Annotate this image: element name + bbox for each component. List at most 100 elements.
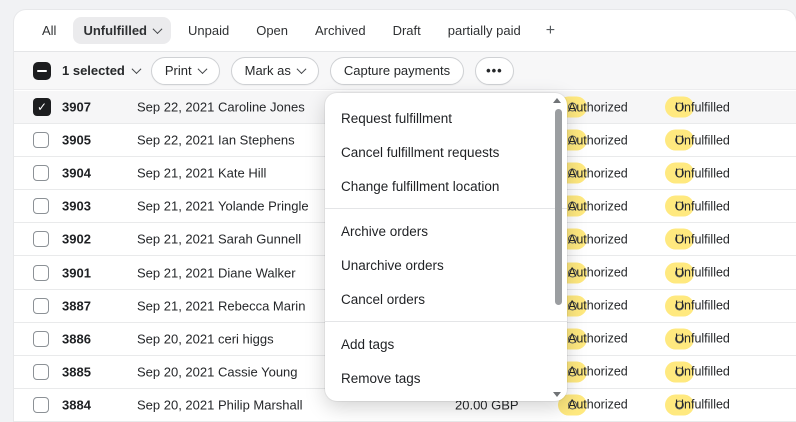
row-checkbox[interactable] xyxy=(33,132,49,149)
fulfillment-status-label: Unfulfilled xyxy=(675,298,730,313)
tab-partially-paid[interactable]: partially paid xyxy=(438,17,531,44)
payment-status-label: Authorized xyxy=(568,232,628,247)
ellipsis-icon: ••• xyxy=(486,63,503,78)
tab-label: All xyxy=(42,23,57,38)
fulfillment-status-label: Unfulfilled xyxy=(675,199,730,214)
tab-archived[interactable]: Archived xyxy=(305,17,376,44)
order-customer: Caroline Jones xyxy=(218,99,305,115)
menu-item-remove-tags[interactable]: Remove tags xyxy=(325,361,567,395)
payment-status-label: Authorized xyxy=(568,166,628,181)
menu-item-label: Cancel fulfillment requests xyxy=(341,144,500,160)
capture-payments-label: Capture payments xyxy=(343,63,451,78)
fulfillment-status-label: Unfulfilled xyxy=(675,331,730,346)
tab-unfulfilled[interactable]: Unfulfilled xyxy=(73,17,171,44)
order-number[interactable]: 3904 xyxy=(62,166,91,181)
fulfillment-status-badge: Unfulfilled xyxy=(665,328,730,350)
order-number[interactable]: 3903 xyxy=(62,199,91,214)
fulfillment-status-label: Unfulfilled xyxy=(675,232,730,247)
fulfillment-status-badge: Unfulfilled xyxy=(665,195,730,217)
menu-item-archive-orders[interactable]: Archive orders xyxy=(325,214,567,248)
row-checkbox[interactable] xyxy=(33,165,49,182)
selected-count-dropdown[interactable]: 1 selected xyxy=(62,63,142,78)
order-date: Sep 20, 2021 xyxy=(137,397,215,413)
payment-status-label: Authorized xyxy=(568,397,628,412)
fulfillment-status-label: Unfulfilled xyxy=(675,397,730,412)
fulfillment-status-label: Unfulfilled xyxy=(675,100,730,115)
more-actions-button[interactable]: ••• xyxy=(475,56,514,85)
tab-label: Draft xyxy=(392,23,421,38)
menu-item-request-fulfillment[interactable]: Request fulfillment xyxy=(325,101,567,135)
order-date: Sep 20, 2021 xyxy=(137,364,215,380)
order-customer: Cassie Young xyxy=(218,364,298,380)
row-checkbox-checked[interactable] xyxy=(33,98,51,117)
payment-status-label: Authorized xyxy=(568,265,628,280)
fulfillment-status-badge: Unfulfilled xyxy=(665,394,730,416)
menu-scrollbar[interactable] xyxy=(555,109,562,305)
chevron-down-icon xyxy=(197,64,208,75)
menu-item-label: Change fulfillment location xyxy=(341,178,500,194)
more-actions-menu: Request fulfillment Cancel fulfillment r… xyxy=(325,93,567,401)
order-number[interactable]: 3886 xyxy=(62,331,91,346)
fulfillment-status-badge: Unfulfilled xyxy=(665,262,730,284)
order-number[interactable]: 3905 xyxy=(62,133,91,148)
menu-item-label: Request fulfillment xyxy=(341,110,453,126)
row-checkbox[interactable] xyxy=(33,330,49,347)
fulfillment-status-badge: Unfulfilled xyxy=(665,129,730,151)
scroll-down-arrow-icon[interactable] xyxy=(553,392,561,397)
payment-status-label: Authorized xyxy=(568,364,628,379)
order-date: Sep 21, 2021 xyxy=(137,165,215,181)
bulk-actions-bar: 1 selected Print Mark as Capture payment… xyxy=(14,52,796,90)
menu-divider xyxy=(325,208,567,209)
add-view-button[interactable]: + xyxy=(538,18,563,44)
scroll-up-arrow-icon[interactable] xyxy=(553,98,561,103)
orders-page: { "tabs": { "items": [ { "label": "All" … xyxy=(0,0,796,422)
menu-item-label: Cancel orders xyxy=(341,291,426,307)
tab-all[interactable]: All xyxy=(32,17,66,44)
tab-label: Archived xyxy=(315,23,366,38)
order-number[interactable]: 3887 xyxy=(62,298,91,313)
mark-as-button[interactable]: Mark as xyxy=(230,56,319,85)
fulfillment-status-badge: Unfulfilled xyxy=(665,295,730,317)
menu-item-change-fulfillment-location[interactable]: Change fulfillment location xyxy=(325,169,567,203)
order-date: Sep 21, 2021 xyxy=(137,265,215,281)
payment-status-label: Authorized xyxy=(568,199,628,214)
row-checkbox[interactable] xyxy=(33,297,49,314)
fulfillment-status-label: Unfulfilled xyxy=(675,364,730,379)
tab-open[interactable]: Open xyxy=(246,17,298,44)
tab-draft[interactable]: Draft xyxy=(383,17,431,44)
plus-icon: + xyxy=(545,21,556,39)
menu-item-cancel-fulfillment-requests[interactable]: Cancel fulfillment requests xyxy=(325,135,567,169)
chevron-down-icon xyxy=(131,64,142,75)
order-number[interactable]: 3901 xyxy=(62,265,91,280)
order-customer: ceri higgs xyxy=(218,331,274,347)
chevron-down-icon xyxy=(152,24,163,35)
select-all-checkbox-indeterminate[interactable] xyxy=(33,61,51,80)
menu-item-unarchive-orders[interactable]: Unarchive orders xyxy=(325,248,567,282)
row-checkbox[interactable] xyxy=(33,264,49,281)
order-date: Sep 21, 2021 xyxy=(137,231,215,247)
capture-payments-button[interactable]: Capture payments xyxy=(329,56,465,85)
order-customer: Ian Stephens xyxy=(218,132,295,148)
row-checkbox[interactable] xyxy=(33,198,49,215)
tab-unpaid[interactable]: Unpaid xyxy=(178,17,239,44)
fulfillment-status-badge: Unfulfilled xyxy=(665,96,730,118)
row-checkbox[interactable] xyxy=(33,231,49,248)
order-date: Sep 21, 2021 xyxy=(137,198,215,214)
order-customer: Diane Walker xyxy=(218,265,296,281)
order-number[interactable]: 3885 xyxy=(62,364,91,379)
row-checkbox[interactable] xyxy=(33,396,49,413)
order-date: Sep 20, 2021 xyxy=(137,331,215,347)
print-button[interactable]: Print xyxy=(150,56,220,85)
menu-item-cancel-orders[interactable]: Cancel orders xyxy=(325,282,567,316)
tab-label: Unpaid xyxy=(188,23,230,38)
order-customer: Philip Marshall xyxy=(218,397,303,413)
order-number[interactable]: 3884 xyxy=(62,397,91,412)
menu-item-label: Archive orders xyxy=(341,223,429,239)
order-number[interactable]: 3907 xyxy=(62,100,91,115)
order-number[interactable]: 3902 xyxy=(62,232,91,247)
menu-item-add-tags[interactable]: Add tags xyxy=(325,327,567,361)
menu-item-label: Remove tags xyxy=(341,370,421,386)
row-checkbox[interactable] xyxy=(33,363,49,380)
print-label: Print xyxy=(164,63,192,78)
fulfillment-status-label: Unfulfilled xyxy=(675,133,730,148)
